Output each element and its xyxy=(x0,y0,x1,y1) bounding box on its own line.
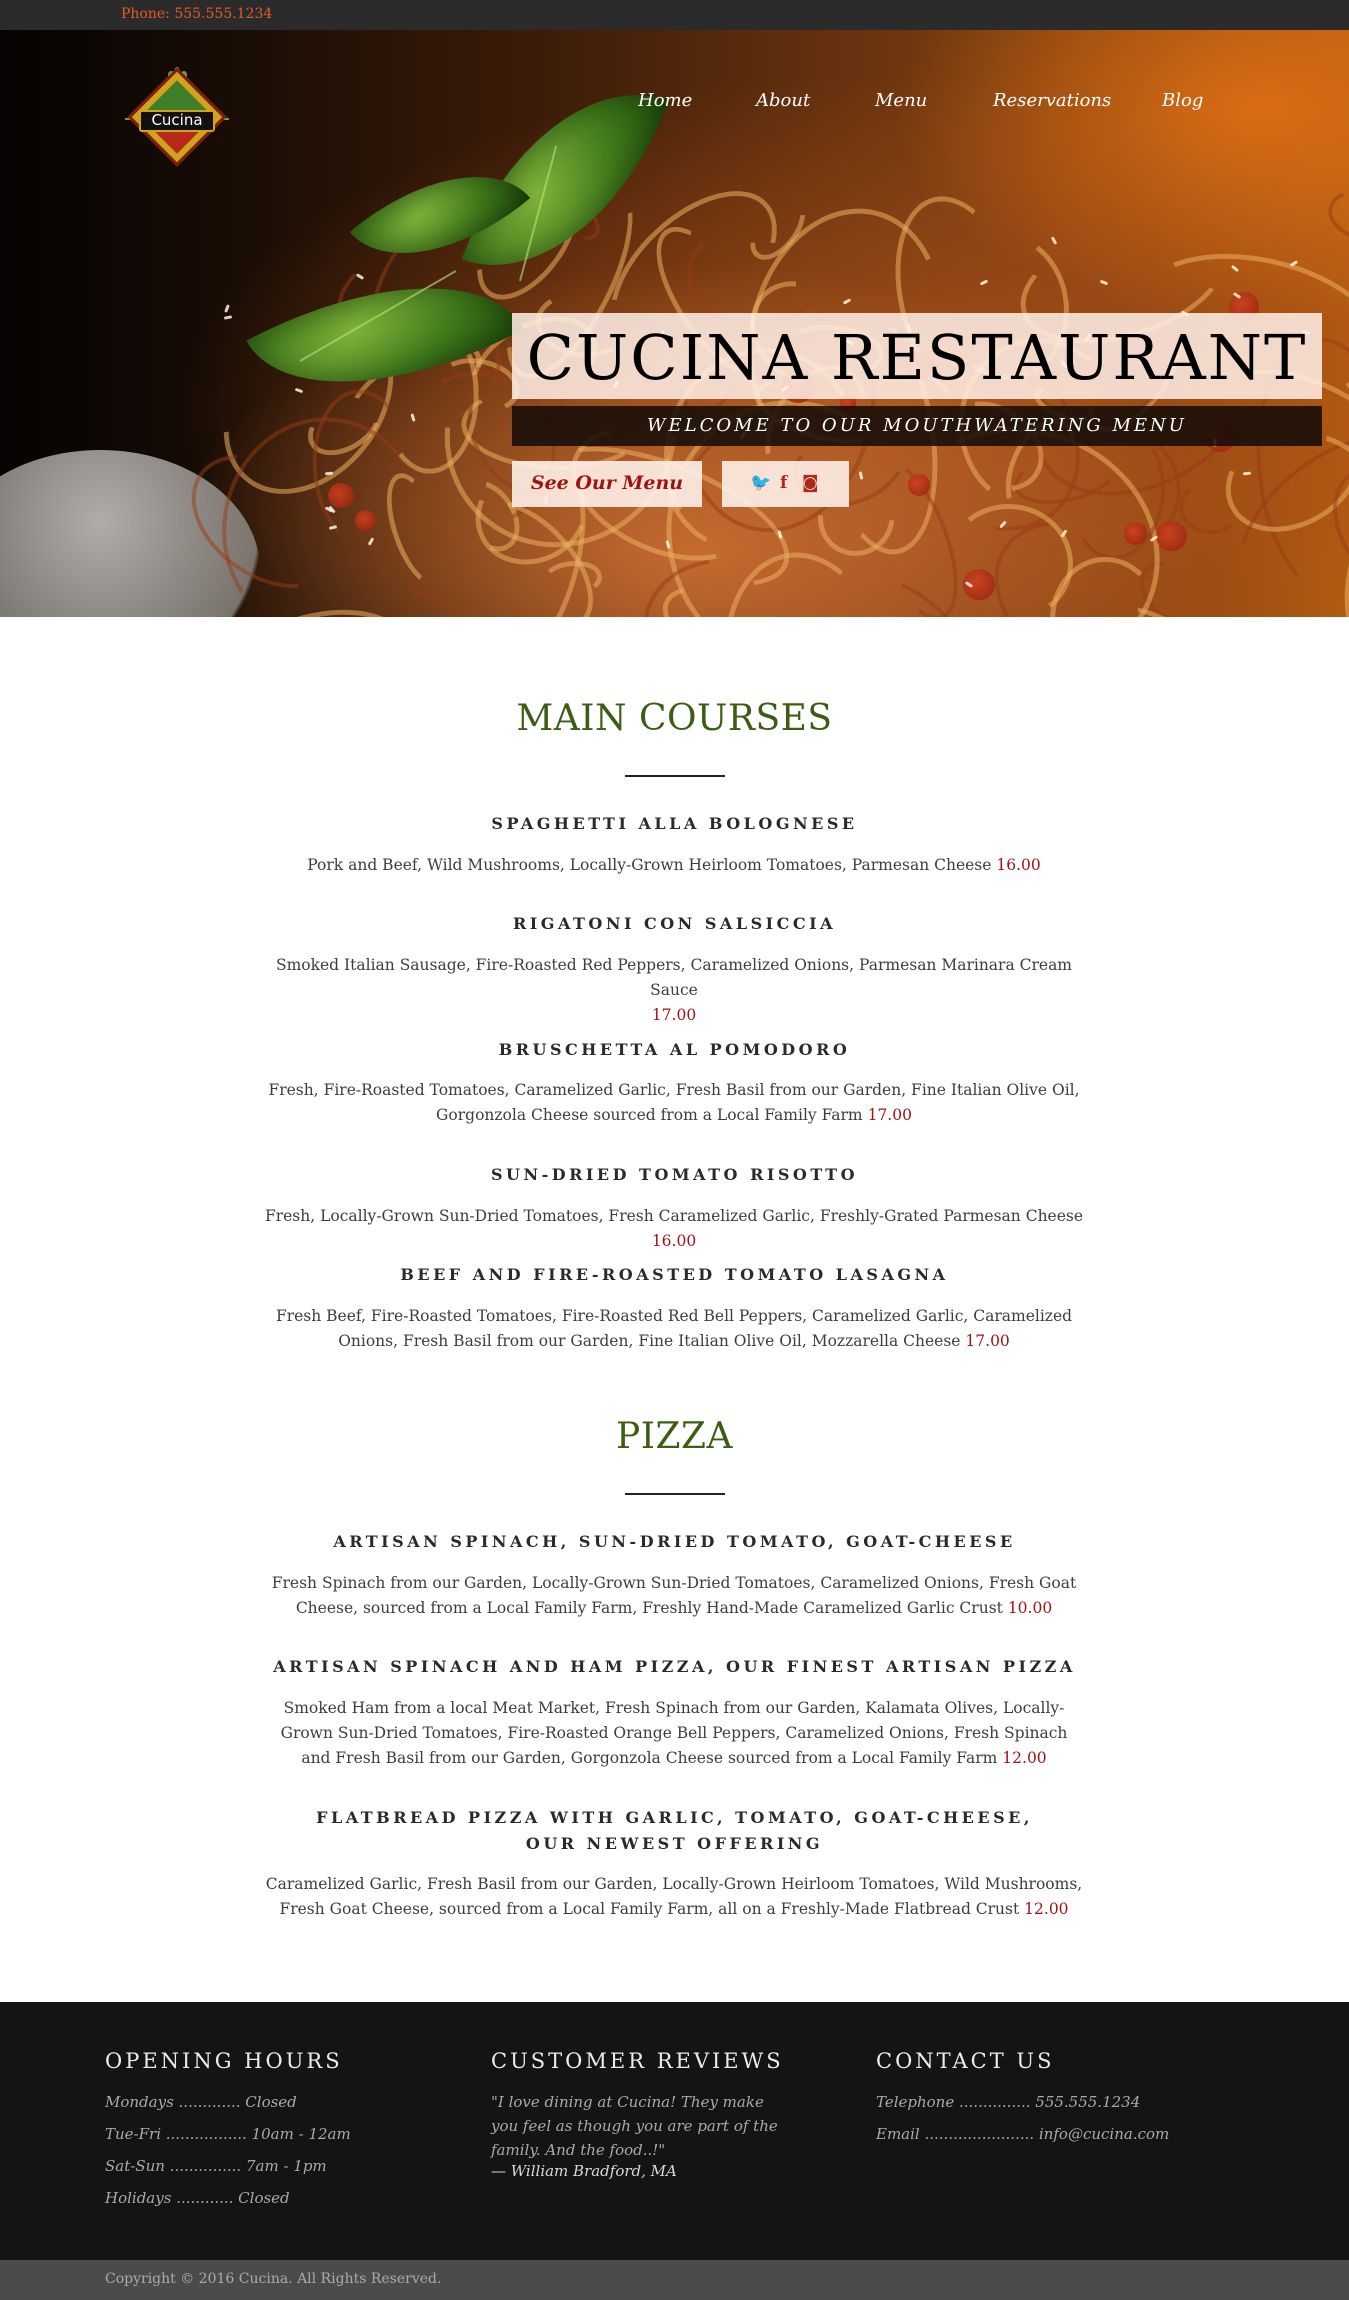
menu-item-price: 16.00 xyxy=(651,1232,697,1250)
nav-blog[interactable]: Blog xyxy=(1162,90,1203,111)
cheese-shaving xyxy=(224,304,231,314)
nav-menu[interactable]: Menu xyxy=(875,90,927,111)
menu-item-description: Smoked Italian Sausage, Fire-Roasted Red… xyxy=(275,956,1073,1024)
see-our-menu-button[interactable]: See Our Menu xyxy=(512,461,702,507)
twitter-icon[interactable]: 🐦 xyxy=(750,473,771,493)
instagram-icon[interactable]: ◙ xyxy=(802,473,819,493)
nav-about[interactable]: About xyxy=(756,90,810,111)
top-bar: Phone: 555.555.1234 xyxy=(0,0,1349,30)
phone-number[interactable]: Phone: 555.555.1234 xyxy=(121,6,272,22)
copyright-bar: Copyright © 2016 Cucina. All Rights Rese… xyxy=(0,2260,1349,2300)
menu-item-name: OUR NEWEST OFFERING xyxy=(525,1834,824,1853)
contact-email[interactable]: Email ....................... info@cucin… xyxy=(876,2125,1169,2143)
menu-item-description: Caramelized Garlic, Fresh Basil from our… xyxy=(265,1875,1083,1918)
pasta-strand xyxy=(1324,179,1349,251)
cheese-shaving xyxy=(223,315,232,321)
menu-item-description: Fresh Spinach from our Garden, Locally-G… xyxy=(271,1574,1077,1617)
review-author: — William Bradford, MA xyxy=(491,2162,677,2180)
see-our-menu-label: See Our Menu xyxy=(530,472,684,494)
tomato-piece xyxy=(1156,520,1187,552)
menu-item-price: 17.00 xyxy=(965,1332,1010,1350)
hero-subtitle-box: WELCOME TO OUR MOUTHWATERING MENU xyxy=(512,406,1322,446)
menu-item-name: ARTISAN SPINACH, SUN-DRIED TOMATO, GOAT-… xyxy=(333,1532,1016,1551)
hero-banner: Cucina Home About Menu Reservations Blog… xyxy=(0,30,1349,617)
facebook-icon[interactable]: f xyxy=(780,473,787,493)
menu-item-price: 16.00 xyxy=(996,856,1041,874)
menu-item-price: 12.00 xyxy=(1002,1749,1047,1767)
cheese-shaving xyxy=(1050,236,1058,246)
menu-item-name: SUN-DRIED TOMATO RISOTTO xyxy=(490,1165,859,1184)
section-divider xyxy=(625,775,725,777)
menu-item-description: Fresh Beef, Fire-Roasted Tomatoes, Fire-… xyxy=(275,1307,1073,1350)
tomato-piece xyxy=(1124,522,1148,545)
contact-us-heading: CONTACT US xyxy=(876,2049,1055,2073)
menu-item-name: SPAGHETTI ALLA BOLOGNESE xyxy=(491,814,858,833)
hours-line: Sat-Sun ............... 7am - 1pm xyxy=(105,2157,327,2175)
copyright-text: Copyright © 2016 Cucina. All Rights Rese… xyxy=(105,2271,442,2287)
menu-item-price: 12.00 xyxy=(1024,1900,1069,1918)
section-title-pizza: PIZZA xyxy=(616,1416,733,1457)
contact-telephone[interactable]: Telephone ............... 555.555.1234 xyxy=(876,2093,1140,2111)
hero-title: CUCINA RESTAURANT xyxy=(526,321,1308,394)
menu-item-name: FLATBREAD PIZZA WITH GARLIC, TOMATO, GOA… xyxy=(316,1808,1033,1827)
hours-line: Tue-Fri ................. 10am - 12am xyxy=(105,2125,351,2143)
hero-subtitle: WELCOME TO OUR MOUTHWATERING MENU xyxy=(647,415,1187,436)
menu-item-price: 10.00 xyxy=(1007,1599,1053,1617)
menu-item-name: BEEF AND FIRE-ROASTED TOMATO LASAGNA xyxy=(400,1265,949,1284)
social-links: 🐦 f ◙ xyxy=(722,461,849,507)
tomato-piece xyxy=(328,482,354,509)
customer-reviews-heading: CUSTOMER REVIEWS xyxy=(491,2049,784,2073)
tomato-piece xyxy=(908,474,930,496)
menu-item-name: RIGATONI CON SALSICCIA xyxy=(513,914,836,933)
menu-item-price: 17.00 xyxy=(867,1106,912,1124)
opening-hours-heading: OPENING HOURS xyxy=(105,2049,343,2073)
menu-item-description: Smoked Ham from a local Meat Market, Fre… xyxy=(280,1699,1068,1767)
section-title-main-courses: MAIN COURSES xyxy=(516,698,833,739)
footer: OPENING HOURS Mondays ............. Clos… xyxy=(0,2002,1349,2260)
menu-item-price: 17.00 xyxy=(651,1006,697,1024)
menu-item-name: BRUSCHETTA AL POMODORO xyxy=(498,1040,851,1059)
hero-title-box: CUCINA RESTAURANT xyxy=(512,313,1322,399)
nav-reservations[interactable]: Reservations xyxy=(993,90,1111,111)
menu-item-description: Fresh, Locally-Grown Sun-Dried Tomatoes,… xyxy=(264,1207,1084,1250)
main-nav: Home About Menu Reservations Blog xyxy=(0,90,1349,120)
nav-home[interactable]: Home xyxy=(638,90,692,111)
hours-line: Mondays ............. Closed xyxy=(105,2093,297,2111)
menu-item-name: ARTISAN SPINACH AND HAM PIZZA, OUR FINES… xyxy=(273,1657,1076,1676)
review-quote: "I love dining at Cucina! They make you … xyxy=(491,2093,778,2159)
menu-item-description: Fresh, Fire-Roasted Tomatoes, Caramelize… xyxy=(268,1081,1080,1124)
section-divider xyxy=(625,1493,725,1495)
hours-line: Holidays ............ Closed xyxy=(105,2189,290,2207)
menu-item-description: Pork and Beef, Wild Mushrooms, Locally-G… xyxy=(307,856,1041,874)
